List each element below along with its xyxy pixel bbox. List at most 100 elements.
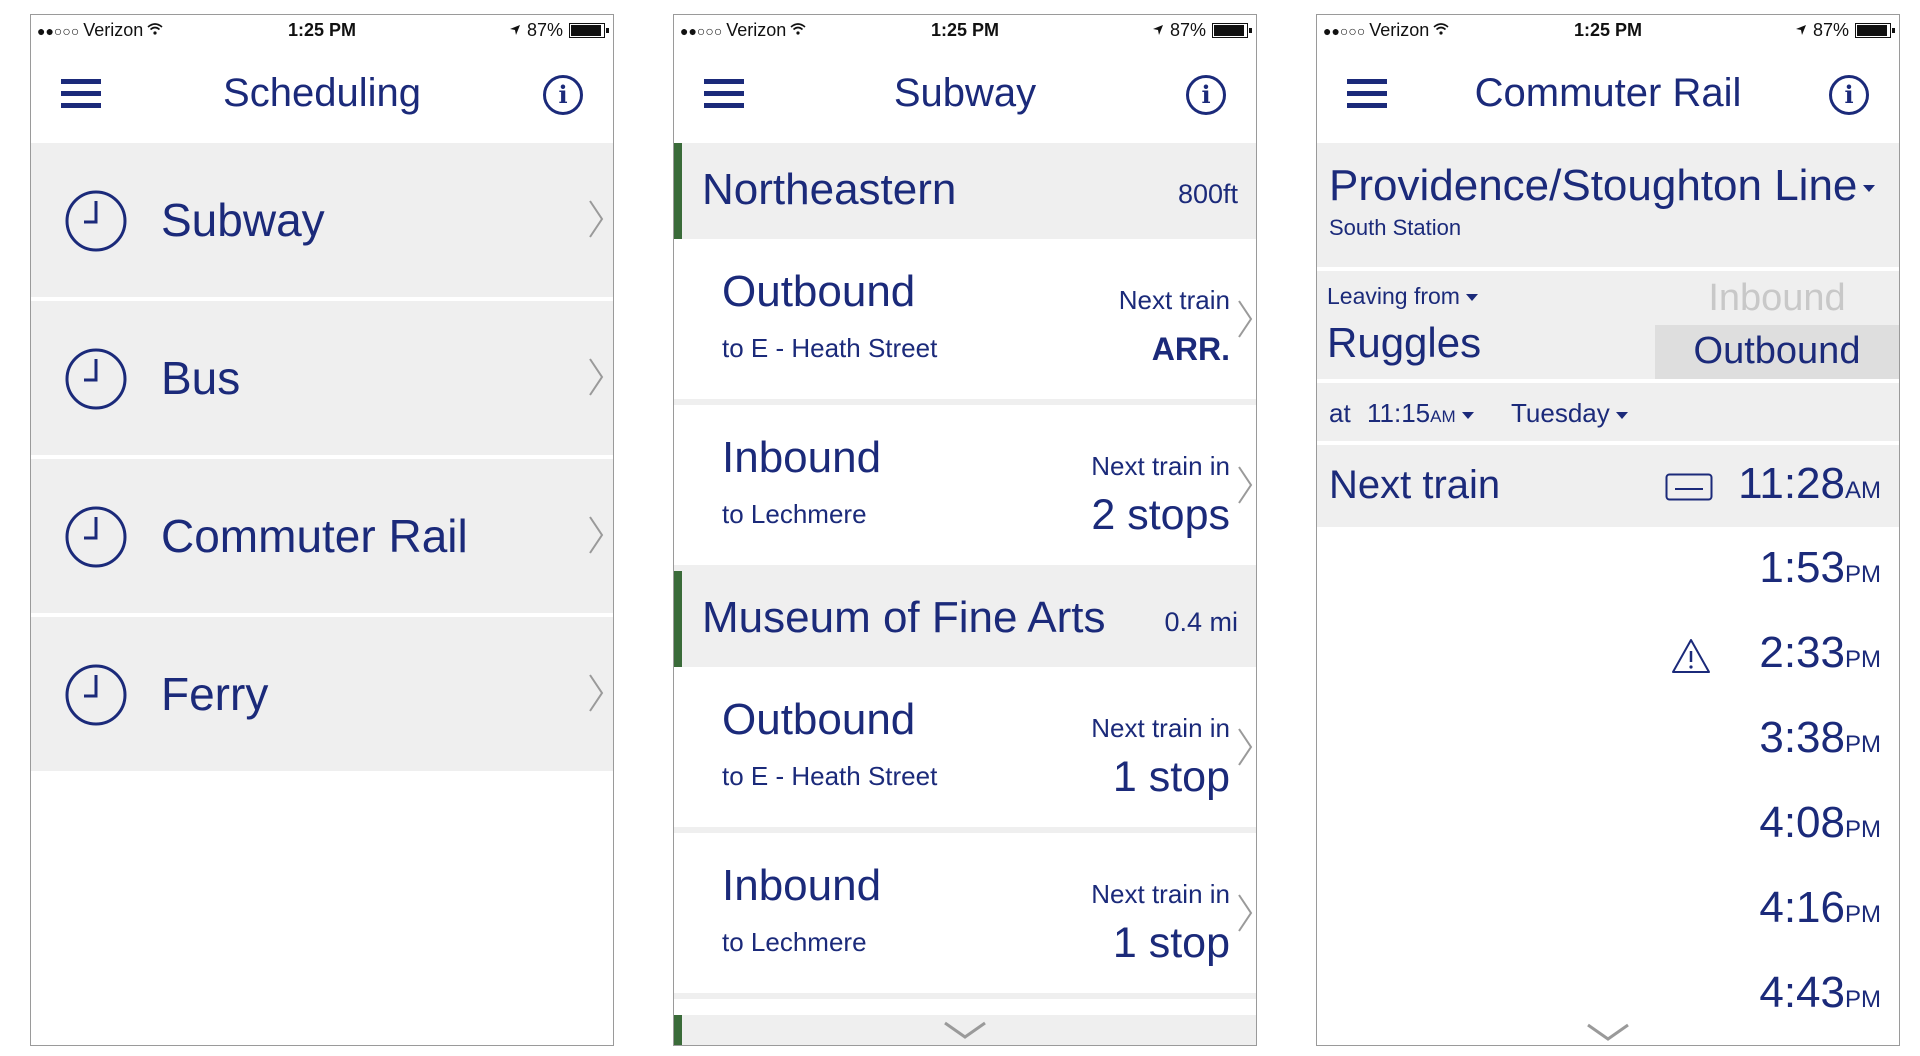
direction-label: Outbound [722, 695, 916, 744]
battery-percent: 87% [1812, 20, 1849, 40]
next-train-value: 1 stop [1112, 753, 1230, 801]
departure-time-value: 4:08 [1759, 798, 1845, 847]
time-filter: at 11:15AM Tuesday [1317, 383, 1899, 445]
chevron-right-icon [589, 200, 604, 238]
time-ampm: AM [1430, 407, 1456, 426]
line-selector: Providence/Stoughton Line South Station [1317, 143, 1899, 271]
warning-icon[interactable] [1671, 638, 1711, 674]
time-dropdown[interactable]: 11:15AM [1367, 398, 1474, 429]
departure-row: 2:33PM [1317, 612, 1899, 697]
nav-bar: Scheduling i [31, 45, 613, 143]
direction-row[interactable]: Inbound to Lechmere Next train in 2 stop… [674, 405, 1256, 571]
line-origin: South Station [1329, 215, 1462, 240]
location-arrow-icon [509, 20, 521, 41]
direction-row[interactable]: Outbound to E - Heath Street Next train … [674, 239, 1256, 405]
schedule-item-label: Subway [161, 194, 325, 246]
info-icon[interactable]: i [543, 75, 583, 115]
next-train-ampm: AM [1845, 477, 1881, 504]
departure-row: 4:16PM [1317, 867, 1899, 952]
departure-time: 4:08PM [1759, 798, 1881, 848]
departure-selector: Leaving from Ruggles Inbound Outbound [1317, 271, 1899, 383]
departure-time: 4:16PM [1759, 883, 1881, 933]
schedule-item-label: Commuter Rail [161, 510, 468, 562]
direction-label: Inbound [722, 433, 882, 482]
ticket-icon[interactable] [1665, 473, 1713, 501]
line-dropdown[interactable]: Providence/Stoughton Line [1329, 161, 1876, 211]
station-header-northeastern: Northeastern 800ft [674, 143, 1256, 239]
departure-time: 3:38PM [1759, 713, 1881, 763]
departure-time: 2:33PM [1759, 628, 1881, 678]
info-icon[interactable]: i [1186, 75, 1226, 115]
departure-row: 1:53PM [1317, 527, 1899, 612]
day-value: Tuesday [1511, 398, 1610, 428]
departure-ampm: PM [1845, 986, 1881, 1013]
direction-toggle-inbound[interactable]: Inbound [1655, 271, 1899, 325]
battery-percent: 87% [1169, 20, 1206, 40]
clock-icon [65, 348, 127, 410]
station-name: Northeastern [702, 165, 957, 214]
clock-icon [65, 664, 127, 726]
leaving-from-label: Leaving from [1327, 283, 1460, 309]
clock-icon [65, 190, 127, 252]
chevron-right-icon [1238, 728, 1253, 766]
next-train-time-value: 11:28 [1738, 459, 1845, 508]
day-dropdown[interactable]: Tuesday [1511, 398, 1628, 429]
chevron-right-icon [1238, 300, 1253, 338]
departure-ampm: PM [1845, 816, 1881, 843]
departure-time-value: 4:16 [1759, 883, 1845, 932]
next-train-value: 1 stop [1112, 919, 1230, 967]
schedule-item-subway[interactable]: Subway [31, 143, 613, 301]
schedule-item-label: Ferry [161, 668, 269, 720]
departure-time: 1:53PM [1759, 543, 1881, 593]
chevron-down-icon[interactable] [1586, 1023, 1630, 1041]
next-train-value: 2 stops [1091, 491, 1230, 539]
chevron-down-icon[interactable] [943, 1021, 987, 1039]
status-bar: ●●○○○ Verizon 1:25 PM 87% [31, 15, 613, 45]
destination-label: to E - Heath Street [722, 333, 938, 363]
page-title: Commuter Rail [1474, 71, 1742, 115]
departure-ampm: PM [1845, 561, 1881, 588]
departure-time-value: 2:33 [1759, 628, 1845, 677]
next-train-label: Next train [1118, 285, 1230, 315]
battery-percent: 87% [526, 20, 563, 40]
direction-toggle-outbound[interactable]: Outbound [1655, 325, 1899, 379]
subway-screen: ●●○○○ Verizon 1:25 PM 87% Subway i North… [673, 14, 1257, 1046]
dropdown-caret-icon [1863, 184, 1876, 192]
schedule-item-bus[interactable]: Bus [31, 301, 613, 459]
nav-bar: Commuter Rail i [1317, 45, 1899, 143]
chevron-right-icon [1238, 894, 1253, 932]
scheduling-screen: ●●○○○ Verizon 1:25 PM 87% Scheduling i S… [30, 14, 614, 1046]
departure-ampm: PM [1845, 646, 1881, 673]
direction-row[interactable]: Inbound to Lechmere Next train in 1 stop [674, 833, 1256, 999]
leaving-from-dropdown[interactable]: Leaving from [1327, 283, 1478, 310]
departure-ampm: PM [1845, 731, 1881, 758]
station-distance: 800ft [1177, 179, 1238, 209]
station-name: Museum of Fine Arts [702, 593, 1106, 642]
chevron-right-icon [1238, 466, 1253, 504]
departure-ampm: PM [1845, 901, 1881, 928]
direction-label: Outbound [722, 267, 916, 316]
leaving-station[interactable]: Ruggles [1327, 319, 1481, 367]
battery-icon [1855, 23, 1895, 38]
schedule-item-ferry[interactable]: Ferry [31, 617, 613, 775]
battery-icon [1212, 23, 1252, 38]
next-train-label: Next train in [1091, 713, 1230, 743]
clock-icon [65, 506, 127, 568]
location-arrow-icon [1795, 20, 1807, 41]
info-icon[interactable]: i [1829, 75, 1869, 115]
dropdown-caret-icon [1461, 411, 1474, 419]
status-bar: ●●○○○ Verizon 1:25 PM 87% [1317, 15, 1899, 45]
direction-row[interactable]: Outbound to E - Heath Street Next train … [674, 667, 1256, 833]
location-arrow-icon [1152, 20, 1164, 41]
departure-row: 3:38PM [1317, 697, 1899, 782]
page-title: Scheduling [223, 71, 421, 115]
next-train-time: 11:28AM [1738, 459, 1881, 509]
page-title: Subway [893, 71, 1037, 115]
battery-icon [569, 23, 609, 38]
chevron-right-icon [589, 516, 604, 554]
destination-label: to E - Heath Street [722, 761, 938, 791]
at-label: at [1329, 398, 1351, 428]
next-train-row: Next train 11:28AM [1317, 445, 1899, 527]
schedule-item-commuter-rail[interactable]: Commuter Rail [31, 459, 613, 617]
next-train-label: Next train in [1091, 879, 1230, 909]
